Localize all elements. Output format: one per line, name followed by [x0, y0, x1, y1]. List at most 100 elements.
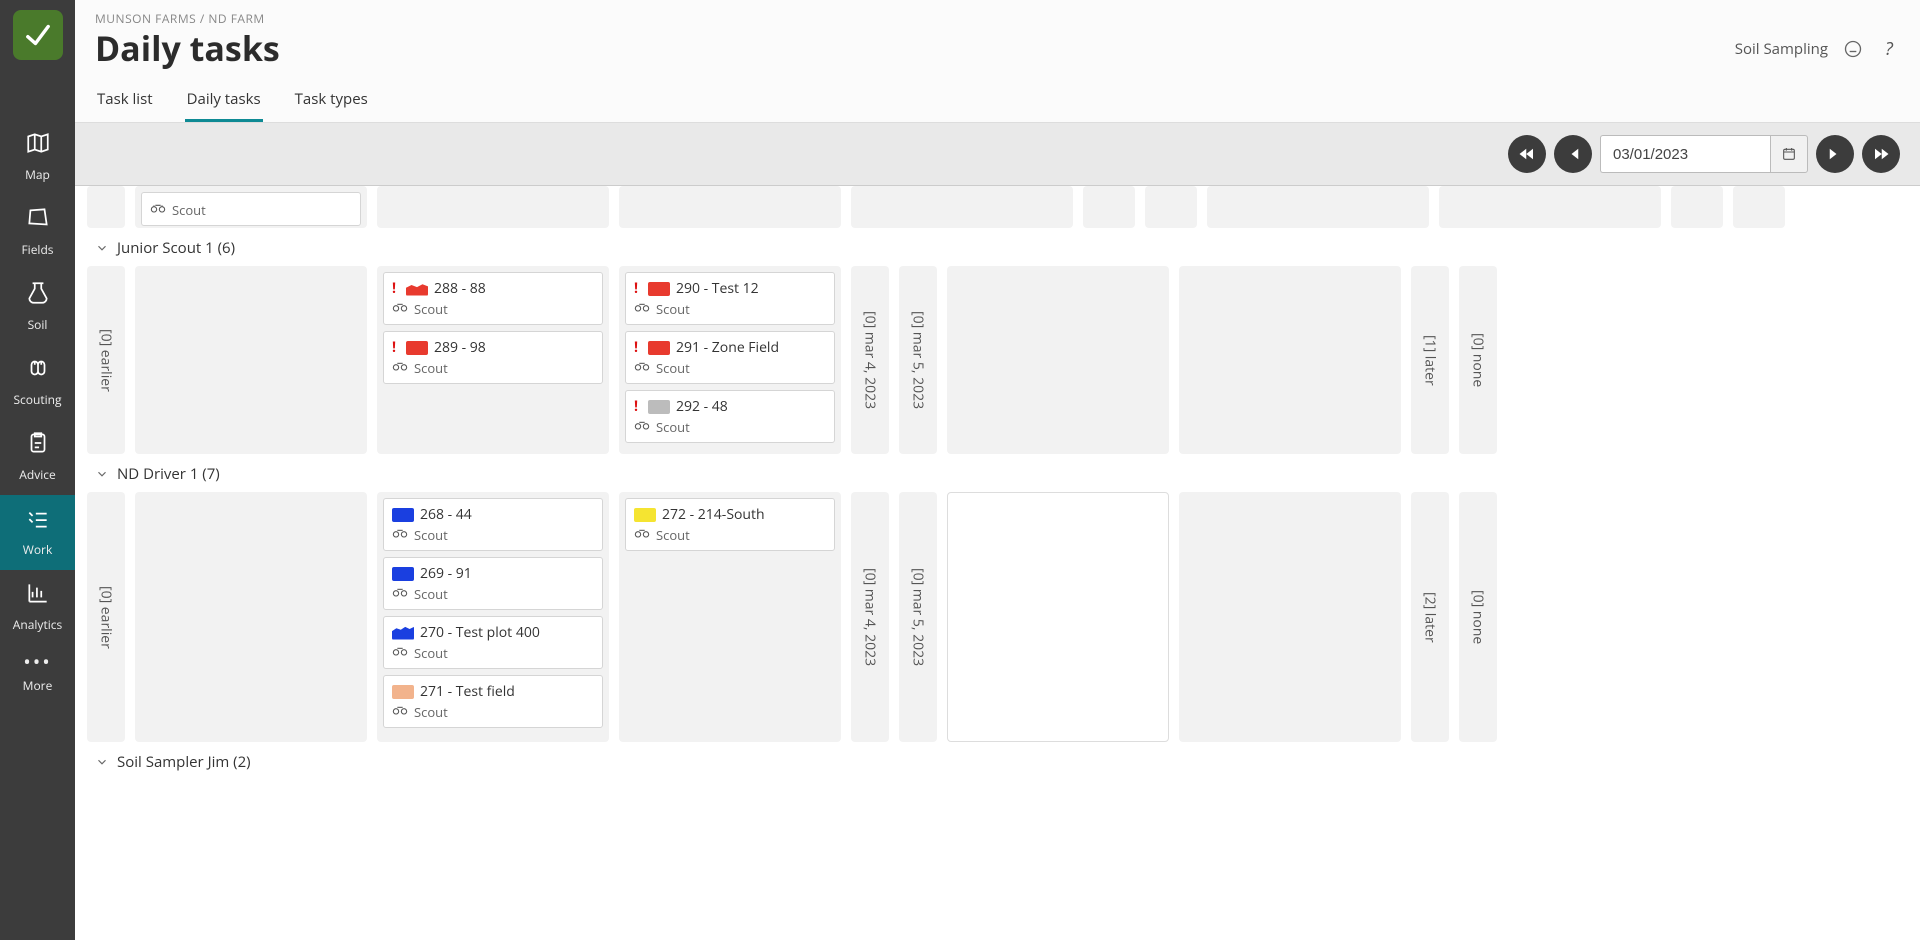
day-column: [851, 186, 1073, 228]
jump-first-button[interactable]: [1508, 135, 1546, 173]
group-title: Junior Scout 1 (6): [117, 238, 235, 258]
task-title: 269 - 91: [420, 564, 472, 583]
nav-label: Analytics: [13, 616, 62, 633]
day-column: [1179, 266, 1401, 454]
col-earlier[interactable]: [0] earlier: [87, 266, 125, 454]
alert-icon: !: [392, 279, 400, 298]
topbar: MUNSON FARMS / ND FARM Daily tasks Soil …: [75, 0, 1920, 123]
col-earlier[interactable]: [87, 186, 125, 228]
col-later[interactable]: [2] later: [1411, 492, 1449, 742]
date-input[interactable]: [1600, 135, 1770, 173]
task-title: 270 - Test plot 400: [420, 623, 540, 642]
task-card[interactable]: 270 - Test plot 400 Scout: [383, 616, 603, 669]
nav-analytics[interactable]: Analytics: [0, 570, 75, 645]
day-column: [1671, 186, 1723, 228]
help-icon[interactable]: ?: [1878, 38, 1900, 60]
col-mar4[interactable]: [0] mar 4, 2023: [851, 266, 889, 454]
nav-fields[interactable]: Fields: [0, 195, 75, 270]
col-none[interactable]: [0] none: [1459, 266, 1497, 454]
task-type-label: Scout: [414, 703, 448, 721]
tab-task-list[interactable]: Task list: [95, 81, 155, 122]
task-title: 289 - 98: [434, 338, 486, 357]
tab-task-types[interactable]: Task types: [293, 81, 370, 122]
task-type-label: Scout: [414, 300, 448, 318]
task-type-label: Scout: [656, 300, 690, 318]
task-title: 292 - 48: [676, 397, 728, 416]
task-card[interactable]: 268 - 44 Scout: [383, 498, 603, 551]
binoculars-icon: [634, 300, 650, 318]
alert-icon: !: [634, 338, 642, 357]
nav-work[interactable]: Work: [0, 495, 75, 570]
task-card[interactable]: Scout: [141, 192, 361, 226]
soil-icon: [0, 280, 75, 310]
feedback-icon[interactable]: [1842, 38, 1864, 60]
page-title: Daily tasks: [95, 25, 280, 71]
binoculars-icon: [392, 703, 408, 721]
chevron-down-icon: [95, 241, 109, 255]
field-flag-icon: [634, 508, 656, 522]
binoculars-icon: [392, 526, 408, 544]
breadcrumb[interactable]: MUNSON FARMS / ND FARM: [95, 10, 1900, 27]
nav-label: Scouting: [13, 391, 61, 408]
col-earlier[interactable]: [0] earlier: [87, 492, 125, 742]
day-column-open[interactable]: [947, 492, 1169, 742]
nav-map[interactable]: Map: [0, 120, 75, 195]
col-none[interactable]: [0] none: [1459, 492, 1497, 742]
fields-icon: [0, 205, 75, 235]
task-card[interactable]: 272 - 214-South Scout: [625, 498, 835, 551]
next-button[interactable]: [1816, 135, 1854, 173]
nav-more[interactable]: ••• More: [0, 645, 75, 706]
calendar-button[interactable]: [1770, 135, 1808, 173]
group-header-sampler[interactable]: Soil Sampler Jim (2): [87, 742, 1920, 780]
tabs: Task list Daily tasks Task types: [95, 81, 1900, 122]
prev-button[interactable]: [1554, 135, 1592, 173]
field-flag-icon: [406, 341, 428, 355]
nav-label: More: [23, 677, 53, 694]
day-column: [135, 492, 367, 742]
day-column: ! 290 - Test 12 Scout !291 - Zone Field S…: [619, 266, 841, 454]
group-title: Soil Sampler Jim (2): [117, 752, 251, 772]
nav-label: Soil: [28, 316, 48, 333]
task-card[interactable]: !292 - 48 Scout: [625, 390, 835, 443]
field-flag-icon: [392, 685, 414, 699]
col-mar4[interactable]: [0] mar 4, 2023: [851, 492, 889, 742]
nav-advice[interactable]: Advice: [0, 420, 75, 495]
chevron-down-icon: [95, 467, 109, 481]
field-flag-icon: [392, 567, 414, 581]
task-card[interactable]: !288 - 88 Scout: [383, 272, 603, 325]
day-column: [1733, 186, 1785, 228]
task-card[interactable]: !291 - Zone Field Scout: [625, 331, 835, 384]
col-mar5[interactable]: [0] mar 5, 2023: [899, 492, 937, 742]
nav-label: Advice: [19, 466, 55, 483]
task-card[interactable]: 269 - 91 Scout: [383, 557, 603, 610]
task-type-label: Scout: [414, 359, 448, 377]
nav-scouting[interactable]: Scouting: [0, 345, 75, 420]
task-board[interactable]: Scout Junior Scout 1 (6): [75, 186, 1920, 940]
col-later[interactable]: [1] later: [1411, 266, 1449, 454]
task-title: 272 - 214-South: [662, 505, 765, 524]
tab-daily-tasks[interactable]: Daily tasks: [185, 81, 263, 122]
group-header-driver[interactable]: ND Driver 1 (7): [87, 454, 1920, 492]
day-column: [1439, 186, 1661, 228]
task-card[interactable]: ! 289 - 98 Scout: [383, 331, 603, 384]
task-title: 290 - Test 12: [676, 279, 759, 298]
task-card[interactable]: 271 - Test field Scout: [383, 675, 603, 728]
nav-label: Fields: [21, 241, 53, 258]
alert-icon: !: [392, 338, 400, 357]
day-column: 272 - 214-South Scout: [619, 492, 841, 742]
day-column: [135, 266, 367, 454]
nav-soil[interactable]: Soil: [0, 270, 75, 345]
task-card[interactable]: ! 290 - Test 12 Scout: [625, 272, 835, 325]
alert-icon: !: [634, 279, 642, 298]
chevron-down-icon: [95, 755, 109, 769]
field-flag-icon: [406, 282, 428, 296]
task-type-label: Scout: [414, 585, 448, 603]
binoculars-icon: [634, 418, 650, 436]
col-mar5[interactable]: [0] mar 5, 2023: [899, 266, 937, 454]
day-column: [1179, 492, 1401, 742]
day-column: [619, 186, 841, 228]
date-toolbar: [75, 123, 1920, 186]
scouting-icon: [0, 355, 75, 385]
jump-last-button[interactable]: [1862, 135, 1900, 173]
group-header-junior[interactable]: Junior Scout 1 (6): [87, 228, 1920, 266]
